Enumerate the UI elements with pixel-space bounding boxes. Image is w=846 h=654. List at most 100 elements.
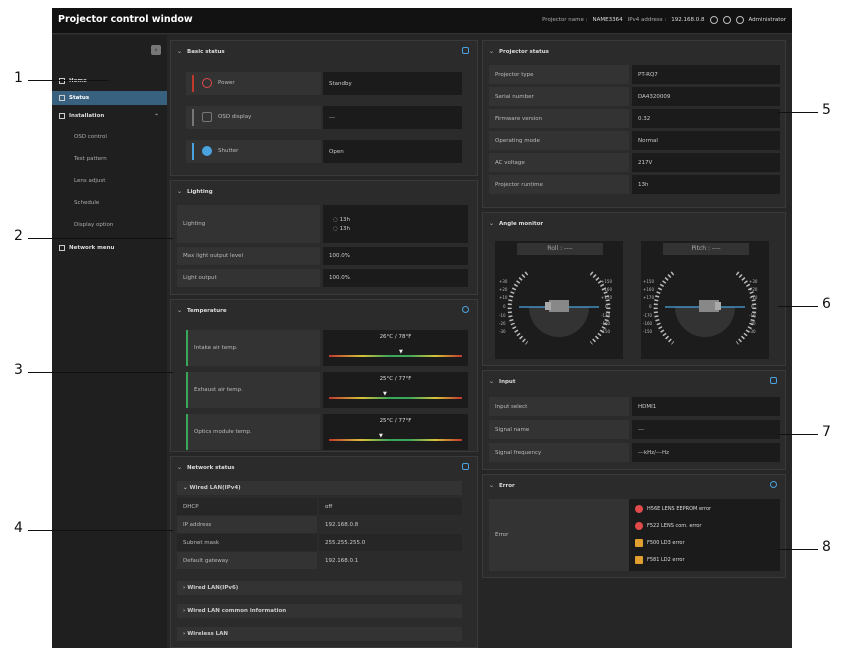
roll-right-tick-label: -160	[601, 321, 611, 326]
chevron-down-icon: ⌄	[177, 464, 183, 471]
sidebar-item-test-pattern[interactable]: Test pattern	[52, 152, 167, 166]
sidebar-item-display-option[interactable]: Display option	[52, 218, 167, 232]
row-value: 100.0%	[323, 269, 468, 287]
settings-icon[interactable]	[709, 16, 718, 24]
info-icon[interactable]	[770, 481, 777, 488]
roll-left-tick-label: -20	[499, 321, 506, 326]
row-label: Lighting	[177, 205, 320, 243]
sidebar-item-status[interactable]: Status	[52, 91, 167, 105]
projector-name: NAME3364	[592, 17, 623, 23]
projector-control-window: Projector control window Projector name …	[52, 8, 792, 648]
pitch-right-tick-label: -10	[749, 313, 756, 318]
panel-header[interactable]: ⌄ Error	[489, 482, 515, 489]
shutter-value: Open	[323, 140, 462, 163]
section-wired-lan-common[interactable]: › Wired LAN common information	[177, 604, 462, 618]
row-label: Intake air temp.	[186, 330, 320, 366]
row-value: ---	[632, 420, 780, 439]
row-value: HDMI1	[632, 397, 780, 416]
info-icon[interactable]	[462, 306, 469, 313]
panel-header[interactable]: ⌄ Temperature	[177, 307, 227, 314]
roll-title: Roll : ----	[517, 243, 603, 255]
open-window-icon[interactable]	[462, 47, 469, 54]
panel-title: Network status	[187, 464, 235, 471]
panel-header[interactable]: ⌄ Network status	[177, 464, 235, 471]
chevron-down-icon: ⌄	[177, 307, 183, 314]
max-light-output-row: Max light output level 100.0%	[177, 247, 468, 265]
error-item: F581 LD2 error	[635, 553, 685, 567]
roll-gauge: Roll : ---- +30 +20 +10 0 -10 -20 -30 +150 +160…	[495, 241, 623, 359]
row-value: 0.32	[632, 109, 780, 128]
sidebar-item-home[interactable]: Home	[52, 74, 167, 88]
row-value: ---kHz/---Hz	[632, 443, 780, 462]
user-icon[interactable]	[735, 16, 744, 24]
callout-6: 6	[822, 296, 831, 312]
panel-header[interactable]: ⌄ Basic status	[177, 48, 225, 55]
panel-title: Error	[499, 482, 515, 489]
title-bar: Projector control window Projector name …	[52, 8, 792, 34]
osd-icon	[202, 112, 212, 122]
panel-header[interactable]: ⌄ Lighting	[177, 188, 213, 195]
temp-marker: ▼	[383, 391, 387, 397]
open-window-icon[interactable]	[770, 377, 777, 384]
shutter-item: Shutter	[186, 140, 321, 163]
callout-1: 1	[14, 70, 23, 86]
temp-marker: ▼	[379, 433, 383, 439]
optics-temp-row: Optics module temp. 25°C / 77°F ▼	[186, 414, 468, 450]
pitch-left-tick-label: -150	[643, 329, 653, 334]
sidebar-item-osd-control[interactable]: OSD control	[52, 130, 167, 144]
chevron-down-icon: ⌄	[177, 188, 183, 195]
installation-icon	[59, 113, 65, 119]
signal-name-row: Signal name ---	[489, 420, 780, 439]
row-value: 192.168.0.1	[319, 552, 462, 569]
section-wired-lan-ipv4[interactable]: ⌄ Wired LAN(IPv4)	[177, 481, 462, 495]
light-2-time: ◌ 13h	[333, 225, 351, 232]
row-label: Optics module temp.	[186, 414, 320, 450]
window-title: Projector control window	[58, 14, 193, 25]
status-icon	[59, 95, 65, 101]
sidebar-item-lens-adjust[interactable]: Lens adjust	[52, 174, 167, 188]
projector-status-panel: ⌄ Projector status Projector type PT-RQ7 S…	[482, 40, 786, 208]
error-text: F500 LD3 error	[647, 540, 685, 546]
row-label: Operating mode	[489, 131, 629, 150]
power-item: Power	[186, 72, 321, 95]
temp-value: 25°C / 77°F	[379, 376, 412, 382]
row-label: IP address	[177, 516, 317, 533]
callout-line	[778, 306, 818, 307]
callout-2: 2	[14, 228, 23, 244]
info-icon[interactable]	[722, 16, 731, 24]
power-value: Standby	[323, 72, 462, 95]
error-icon	[635, 505, 643, 513]
section-wireless-lan[interactable]: › Wireless LAN	[177, 627, 462, 641]
error-panel: ⌄ Error Error H56E LENS EEPROM error F522…	[482, 474, 786, 578]
row-value: 26°C / 78°F ▼	[323, 330, 468, 366]
panel-header[interactable]: ⌄ Projector status	[489, 48, 549, 55]
open-window-icon[interactable]	[462, 463, 469, 470]
row-value: DA4320009	[632, 87, 780, 106]
row-label: Light output	[177, 269, 320, 287]
operating-mode-row: Operating mode Normal	[489, 131, 780, 150]
panel-header[interactable]: ⌄ Angle monitor	[489, 220, 543, 227]
collapse-sidebar-button[interactable]: ‹	[151, 45, 161, 55]
sidebar-item-label: Installation	[69, 113, 105, 119]
panel-header[interactable]: ⌄ Input	[489, 378, 515, 385]
signal-frequency-row: Signal frequency ---kHz/---Hz	[489, 443, 780, 462]
sidebar-item-schedule[interactable]: Schedule	[52, 196, 167, 210]
roll-right-tick-label: +170	[601, 295, 612, 300]
serial-number-row: Serial number DA4320009	[489, 87, 780, 106]
error-icon	[635, 522, 643, 530]
row-label: Serial number	[489, 87, 629, 106]
error-item: H56E LENS EEPROM error	[635, 502, 711, 516]
firmware-version-row: Firmware version 0.32	[489, 109, 780, 128]
roll-gauge-graphic: +30+20+100-10-20-30 +150+160+1700-170-16…	[499, 271, 612, 345]
row-value: 13h	[632, 175, 780, 194]
user-name[interactable]: Administrator	[749, 17, 787, 23]
section-wired-lan-ipv6[interactable]: › Wired LAN(IPv6)	[177, 581, 462, 595]
callout-line	[778, 549, 818, 550]
panel-title: Lighting	[187, 188, 213, 195]
pitch-gauge-graphic: +150+160+1700-170-160-150 +30+20+100-10-…	[643, 271, 758, 345]
sidebar-item-installation[interactable]: Installation ⌃	[52, 109, 167, 123]
intake-temp-row: Intake air temp. 26°C / 78°F ▼	[186, 330, 468, 366]
temp-gauge	[329, 439, 462, 441]
callout-5: 5	[822, 102, 831, 118]
sidebar-item-network-menu[interactable]: Network menu	[52, 241, 167, 255]
